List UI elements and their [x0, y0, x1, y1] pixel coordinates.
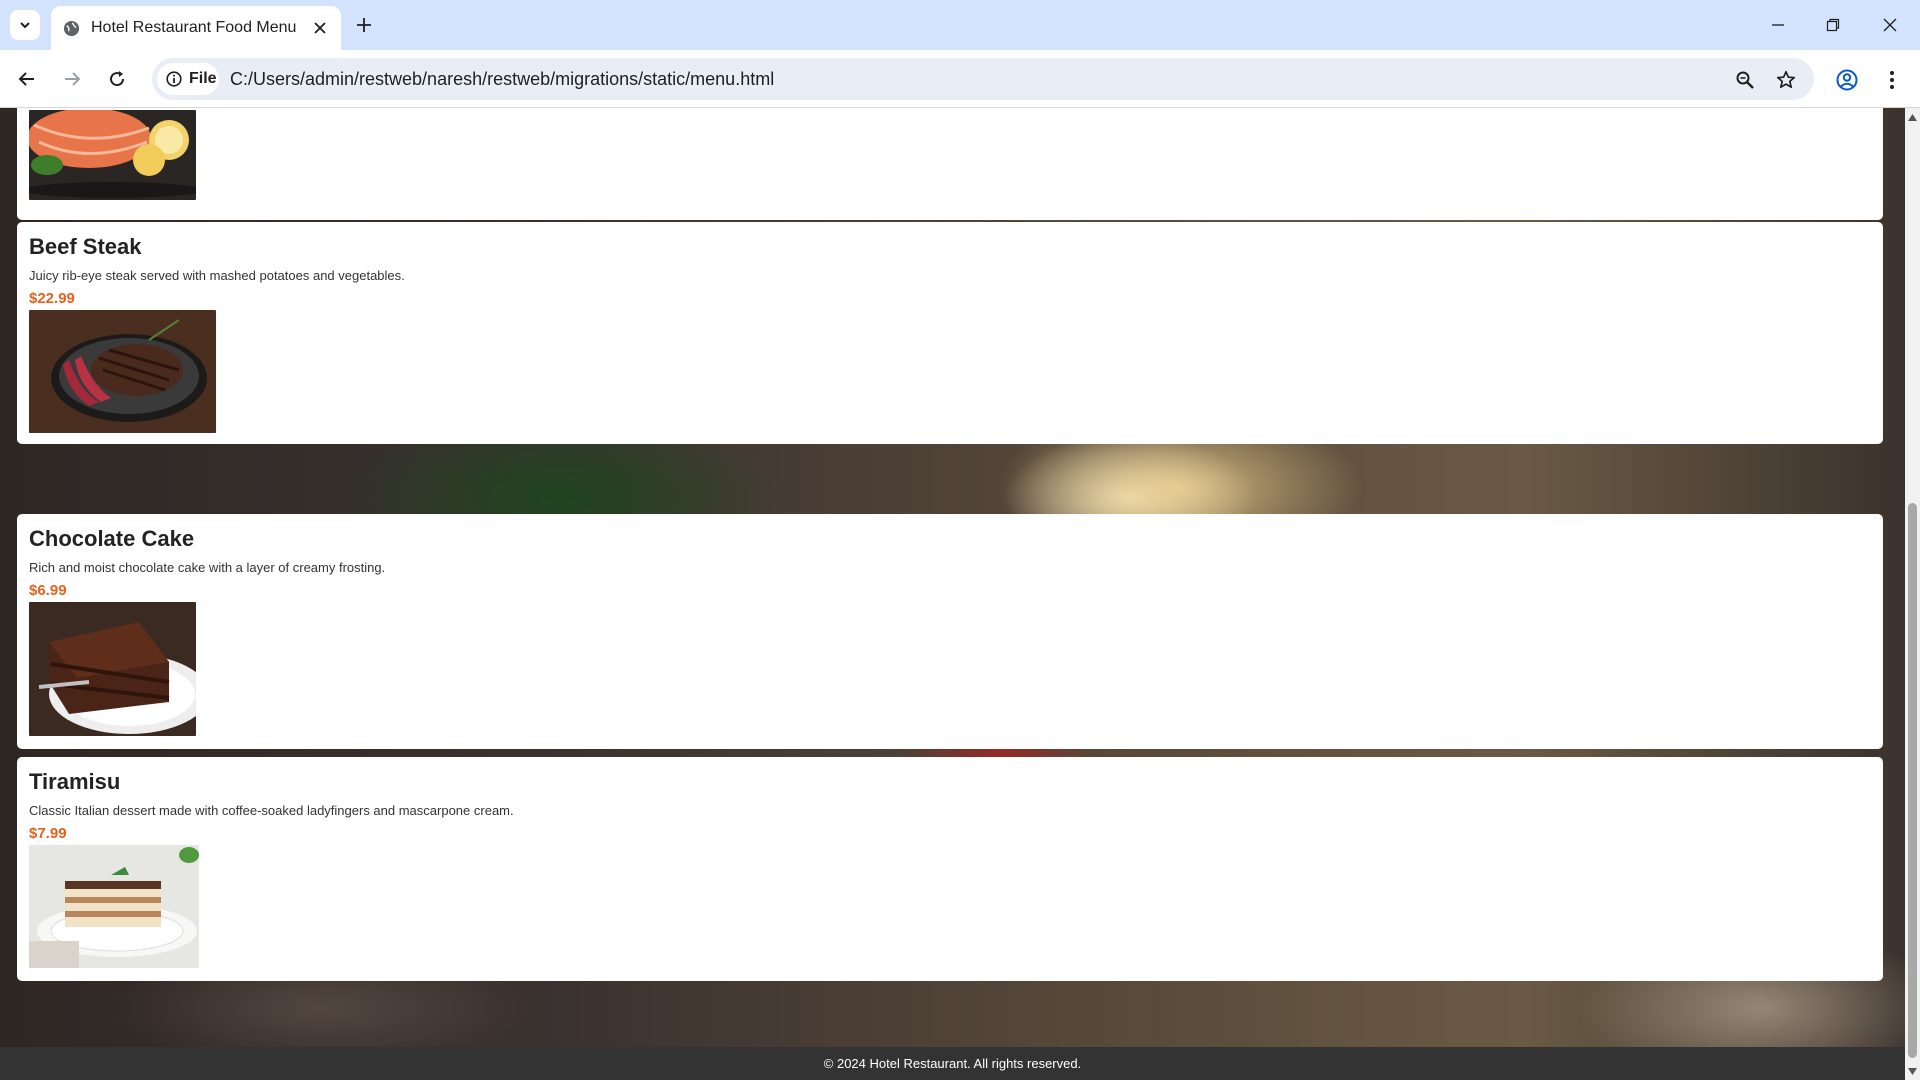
- url-text[interactable]: C:/Users/admin/restweb/naresh/restweb/mi…: [230, 69, 774, 90]
- account-icon: [1836, 69, 1858, 91]
- section-heading-desserts: DESSERTS: [866, 382, 1034, 413]
- tab-title: Hotel Restaurant Food Menu: [91, 19, 297, 36]
- close-tab-button[interactable]: [309, 17, 331, 39]
- tab-search-button[interactable]: [10, 10, 40, 40]
- beef-steak-image: [29, 310, 216, 433]
- triangle-down-icon: [1908, 1068, 1917, 1075]
- item-description: Classic Italian dessert made with coffee…: [29, 803, 514, 818]
- tiramisu-image: [29, 845, 199, 968]
- footer-copyright: © 2024 Hotel Restaurant. All rights rese…: [823, 1056, 1082, 1071]
- forward-button[interactable]: [54, 61, 90, 97]
- active-tab[interactable]: Hotel Restaurant Food Menu: [51, 6, 341, 50]
- item-description: Rich and moist chocolate cake with a lay…: [29, 560, 386, 575]
- kebab-menu-icon: [1890, 71, 1894, 89]
- page-content: Beef Steak Juicy rib-eye steak served wi…: [0, 108, 1905, 1080]
- triangle-up-icon: [1908, 114, 1917, 121]
- chocolate-cake-image: [29, 602, 196, 736]
- zoom-icon: [1736, 71, 1754, 89]
- address-bar[interactable]: File C:/Users/admin/restweb/naresh/restw…: [152, 58, 1814, 100]
- item-price: $7.99: [29, 825, 67, 842]
- minimize-icon: [1772, 24, 1784, 26]
- item-name: Tiramisu: [29, 769, 121, 794]
- minimize-button[interactable]: [1758, 8, 1798, 42]
- restore-icon: [1826, 18, 1840, 32]
- menu-card-chocolate-cake: Chocolate Cake Rich and moist chocolate …: [17, 514, 1883, 749]
- arrow-right-icon: [65, 72, 81, 86]
- close-icon: [314, 22, 326, 34]
- reload-icon: [110, 71, 125, 87]
- profile-button[interactable]: [1831, 64, 1863, 96]
- chevron-down-icon: [20, 22, 30, 29]
- plus-icon: [357, 18, 371, 32]
- zoom-button[interactable]: [1731, 66, 1759, 94]
- page-footer: © 2024 Hotel Restaurant. All rights rese…: [0, 1047, 1905, 1080]
- info-icon: [166, 71, 182, 87]
- bookmark-button[interactable]: [1772, 66, 1800, 94]
- item-description: Juicy rib-eye steak served with mashed p…: [29, 268, 405, 283]
- scroll-thumb[interactable]: [1908, 503, 1917, 1058]
- chip-label: File: [189, 70, 217, 87]
- globe-icon: [63, 20, 80, 36]
- back-button[interactable]: [9, 61, 45, 97]
- item-price: $6.99: [29, 582, 67, 599]
- close-window-button[interactable]: [1870, 8, 1910, 42]
- item-price: $22.99: [29, 290, 75, 307]
- star-icon: [1776, 70, 1796, 89]
- restore-button[interactable]: [1813, 8, 1853, 42]
- arrow-left-icon: [18, 72, 34, 86]
- scroll-down-arrow[interactable]: [1907, 1066, 1918, 1077]
- menu-button[interactable]: [1876, 64, 1908, 96]
- scroll-up-arrow[interactable]: [1907, 112, 1918, 123]
- browser-toolbar: File C:/Users/admin/restweb/naresh/restw…: [0, 50, 1920, 108]
- item-name: Chocolate Cake: [29, 526, 195, 551]
- site-info-chip[interactable]: File: [157, 63, 219, 95]
- tab-strip: Hotel Restaurant Food Menu: [0, 0, 1920, 50]
- menu-card-tiramisu: Tiramisu Classic Italian dessert made wi…: [17, 757, 1883, 981]
- salmon-image: [29, 110, 196, 200]
- menu-card-previous: [17, 108, 1883, 220]
- item-name: Beef Steak: [29, 234, 142, 259]
- page-scrollbar[interactable]: [1905, 108, 1920, 1080]
- reload-button[interactable]: [99, 61, 135, 97]
- new-tab-button[interactable]: [350, 11, 378, 39]
- close-icon: [1883, 18, 1897, 32]
